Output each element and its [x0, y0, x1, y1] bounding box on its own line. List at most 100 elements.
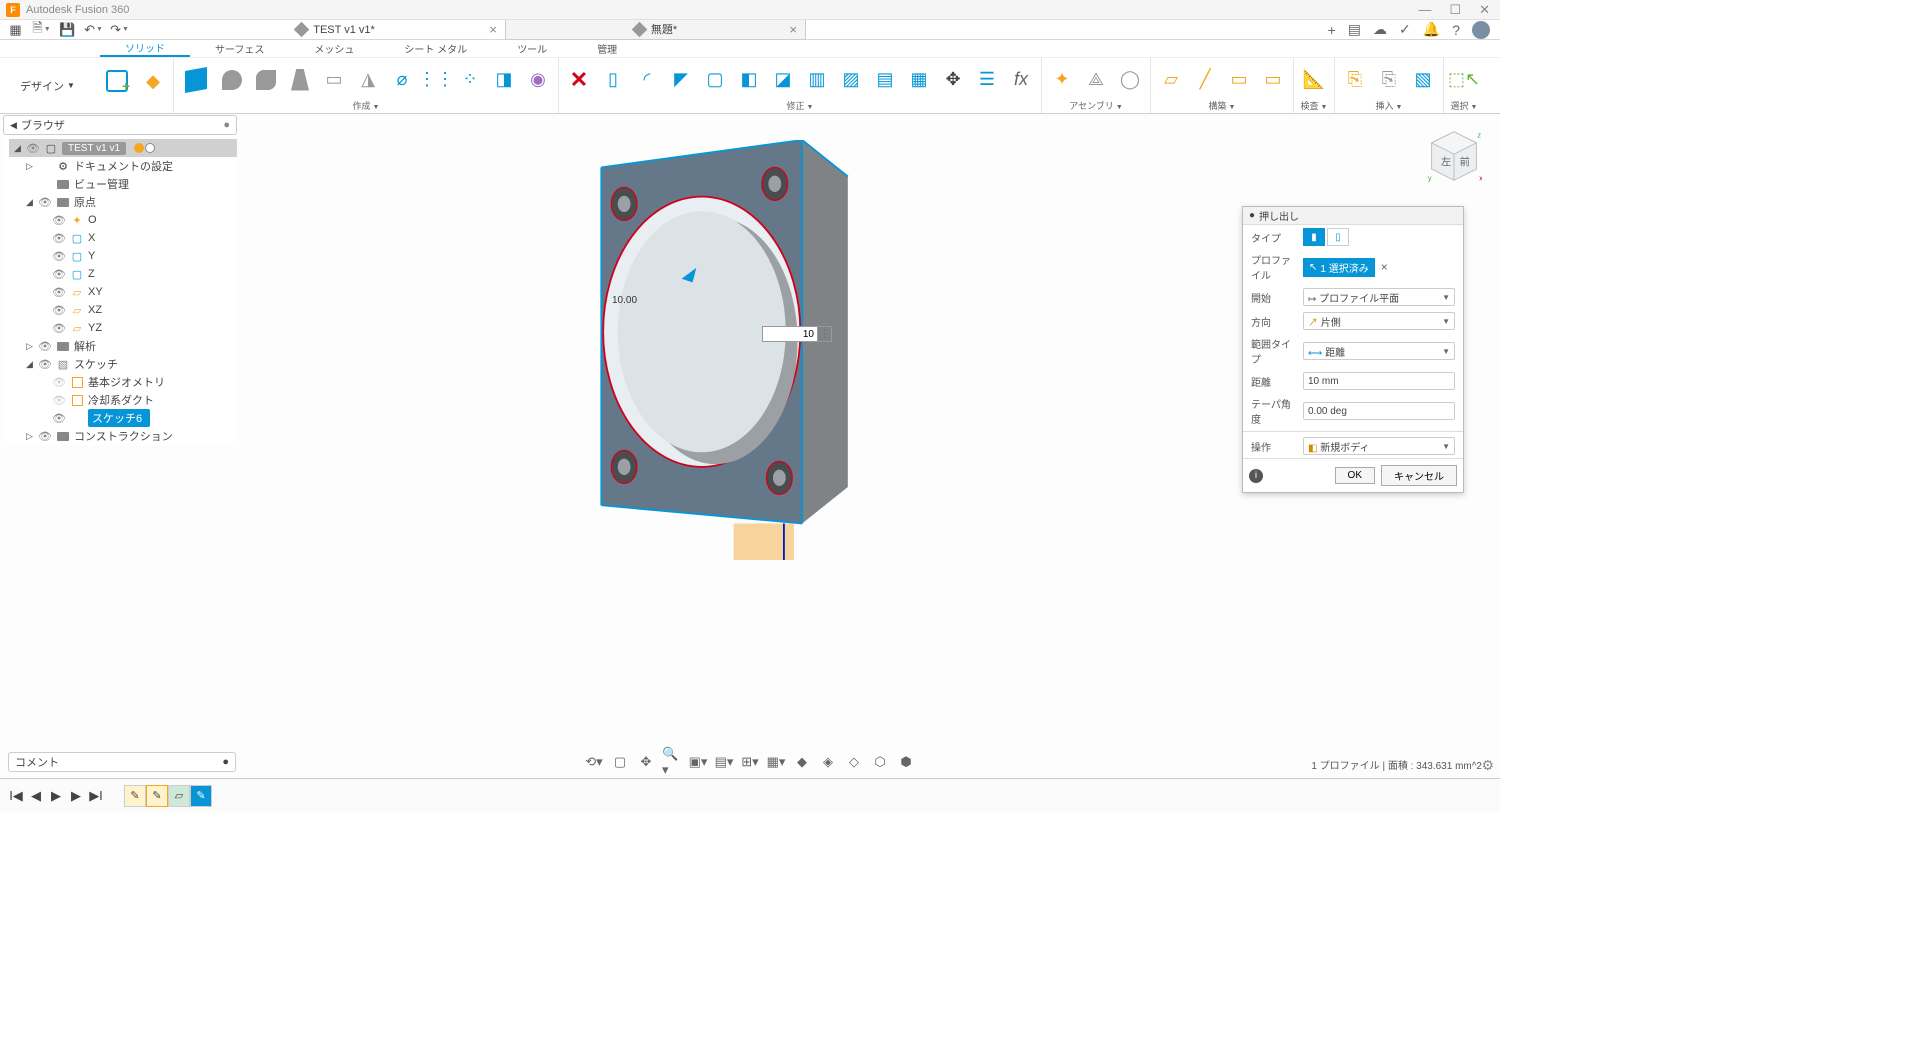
pattern-icon[interactable]: ⋮⋮ — [420, 64, 452, 96]
tree-item[interactable]: 👁▱XY — [9, 283, 237, 301]
ok-button[interactable]: OK — [1335, 467, 1375, 484]
distance-input[interactable] — [762, 326, 818, 342]
profile-selection-chip[interactable]: ↖1 選択済み — [1303, 258, 1375, 277]
visibility-icon[interactable]: 👁 — [38, 196, 52, 209]
model-preview[interactable] — [560, 140, 880, 560]
info-icon[interactable]: i — [1249, 469, 1263, 483]
fit-icon[interactable]: ▣▾ — [688, 752, 708, 772]
tree-item[interactable]: ▷👁コンストラクション — [9, 427, 237, 445]
perspective-icon[interactable]: ⬢ — [896, 752, 916, 772]
tree-item[interactable]: 👁▢Z — [9, 265, 237, 283]
ribbon-tab-tools[interactable]: ツール — [492, 40, 572, 57]
parameters-icon[interactable]: fx — [1005, 64, 1037, 96]
ribbon-tab-sheetmetal[interactable]: シート メタル — [379, 40, 492, 57]
tree-item[interactable]: 👁▢X — [9, 229, 237, 247]
joint-icon[interactable]: ⟁ — [1080, 64, 1112, 96]
chamfer-icon[interactable]: ◤ — [665, 64, 697, 96]
view-cube[interactable]: 左 前 z y x — [1426, 128, 1482, 184]
wireframe-icon[interactable]: ◈ — [818, 752, 838, 772]
visibility-icon[interactable]: 👁 — [38, 430, 52, 443]
pin-icon[interactable]: ● — [222, 756, 229, 768]
shaded-icon[interactable]: ◇ — [844, 752, 864, 772]
help-icon[interactable]: ? — [1452, 22, 1460, 38]
dialog-title-bar[interactable]: ● 押し出し — [1243, 207, 1463, 225]
loft-icon[interactable] — [284, 64, 316, 96]
visibility-icon[interactable]: 👁 — [52, 394, 66, 407]
float-input-options-icon[interactable]: ⋮ — [818, 326, 832, 342]
timeline-next-icon[interactable]: ▶ — [68, 788, 84, 804]
new-tab-icon[interactable]: + — [1328, 22, 1336, 38]
ribbon-tab-surface[interactable]: サーフェス — [190, 40, 289, 57]
ribbon-tab-mesh[interactable]: メッシュ — [289, 40, 379, 57]
create-sketch-icon[interactable] — [99, 63, 135, 99]
insert-derive-icon[interactable]: ⎘ — [1339, 64, 1371, 96]
offset-face-icon[interactable]: ▥ — [801, 64, 833, 96]
move-icon[interactable]: ✥ — [937, 64, 969, 96]
shell-icon[interactable]: ▢ — [699, 64, 731, 96]
visibility-icon[interactable]: 👁 — [52, 214, 66, 227]
presspull-icon[interactable]: ▯ — [597, 64, 629, 96]
axis-construct-icon[interactable]: ╱ — [1189, 64, 1221, 96]
visibility-icon[interactable]: 👁 — [52, 304, 66, 317]
visibility-icon[interactable]: 👁 — [38, 358, 52, 371]
type-thin-icon[interactable]: ▯ — [1327, 228, 1349, 246]
insert-mcmaster-icon[interactable]: ⎘ — [1373, 64, 1405, 96]
delete-icon[interactable]: ✕ — [563, 64, 595, 96]
insert-decal-icon[interactable]: ▧ — [1407, 64, 1439, 96]
tree-item[interactable]: 👁▢Y — [9, 247, 237, 265]
combine-icon[interactable]: ◪ — [767, 64, 799, 96]
pin-icon[interactable]: ● — [223, 119, 230, 131]
tree-item[interactable]: 👁冷却系ダクト — [9, 391, 237, 409]
operation-select[interactable]: ◧ 新規ボディ▼ — [1303, 437, 1455, 455]
timeline-feature-sketch2[interactable]: ✎ — [146, 785, 168, 807]
visibility-icon[interactable]: 👁 — [52, 322, 66, 335]
zoom-icon[interactable]: 🔍▾ — [662, 752, 682, 772]
tree-item[interactable]: ▷⚙ドキュメントの設定 — [9, 157, 237, 175]
window-maximize-icon[interactable]: ☐ — [1449, 2, 1461, 18]
settings-gear-icon[interactable]: ⚙ — [1481, 757, 1494, 774]
undo-icon[interactable]: ↶▼ — [82, 21, 106, 39]
distance-float-input[interactable]: ⋮ — [762, 326, 832, 342]
fillet-icon[interactable]: ◜ — [631, 64, 663, 96]
measure-icon[interactable]: 📐 — [1298, 64, 1330, 96]
ribbon-tab-manage[interactable]: 管理 — [572, 40, 642, 57]
emboss-icon[interactable]: ◨ — [488, 64, 520, 96]
distance-field[interactable]: 10 mm — [1303, 372, 1455, 390]
visibility-icon[interactable]: 👁 — [52, 268, 66, 281]
tree-item[interactable]: 👁✎スケッチ6 — [9, 409, 237, 427]
joint-origin-icon[interactable]: ◯ — [1114, 64, 1146, 96]
grid-icon[interactable]: ⊞▾ — [740, 752, 760, 772]
split-icon[interactable]: ▤ — [869, 64, 901, 96]
tree-item[interactable]: ◢👁▧スケッチ — [9, 355, 237, 373]
hole-icon[interactable]: ⌀ — [386, 64, 418, 96]
tree-root[interactable]: ◢👁 ▢ TEST v1 v1 — [9, 139, 237, 157]
tree-item[interactable]: 👁▱YZ — [9, 319, 237, 337]
new-component-icon[interactable]: ✦ — [1046, 64, 1078, 96]
tree-item[interactable]: ビュー管理 — [9, 175, 237, 193]
user-avatar[interactable] — [1472, 21, 1490, 39]
mirror-icon[interactable]: ◮ — [352, 64, 384, 96]
browser-header[interactable]: ◀ ブラウザ ● — [3, 115, 237, 135]
bell-icon[interactable]: 🔔 — [1423, 21, 1440, 38]
sweep-icon[interactable] — [250, 64, 282, 96]
replace-face-icon[interactable]: ▨ — [835, 64, 867, 96]
visibility-icon[interactable]: 👁 — [52, 376, 66, 389]
timeline-feature-plane[interactable]: ▱ — [168, 785, 190, 807]
ribbon-tab-solid[interactable]: ソリッド — [100, 40, 190, 57]
body-vis-icon[interactable]: ◆ — [792, 752, 812, 772]
visibility-icon[interactable]: 👁 — [52, 412, 66, 425]
job-status-icon[interactable]: ✓ — [1399, 21, 1411, 38]
offset-plane-icon[interactable]: ▭ — [1257, 64, 1289, 96]
look-at-icon[interactable]: ▢ — [610, 752, 630, 772]
display-icon[interactable]: ▤▾ — [714, 752, 734, 772]
window-minimize-icon[interactable]: — — [1418, 2, 1431, 18]
close-tab-icon[interactable]: × — [789, 22, 797, 37]
close-tab-icon[interactable]: × — [489, 22, 497, 37]
data-panel-icon[interactable]: ▦ — [4, 21, 28, 39]
notifications-icon[interactable]: ☁ — [1373, 21, 1387, 38]
scale-icon[interactable]: ▦ — [903, 64, 935, 96]
redo-icon[interactable]: ↷▼ — [108, 21, 132, 39]
render-icon[interactable]: ⬡ — [870, 752, 890, 772]
doc-tab-active[interactable]: TEST v1 v1* × — [166, 20, 506, 40]
doc-tab-inactive[interactable]: 無題* × — [506, 20, 806, 40]
